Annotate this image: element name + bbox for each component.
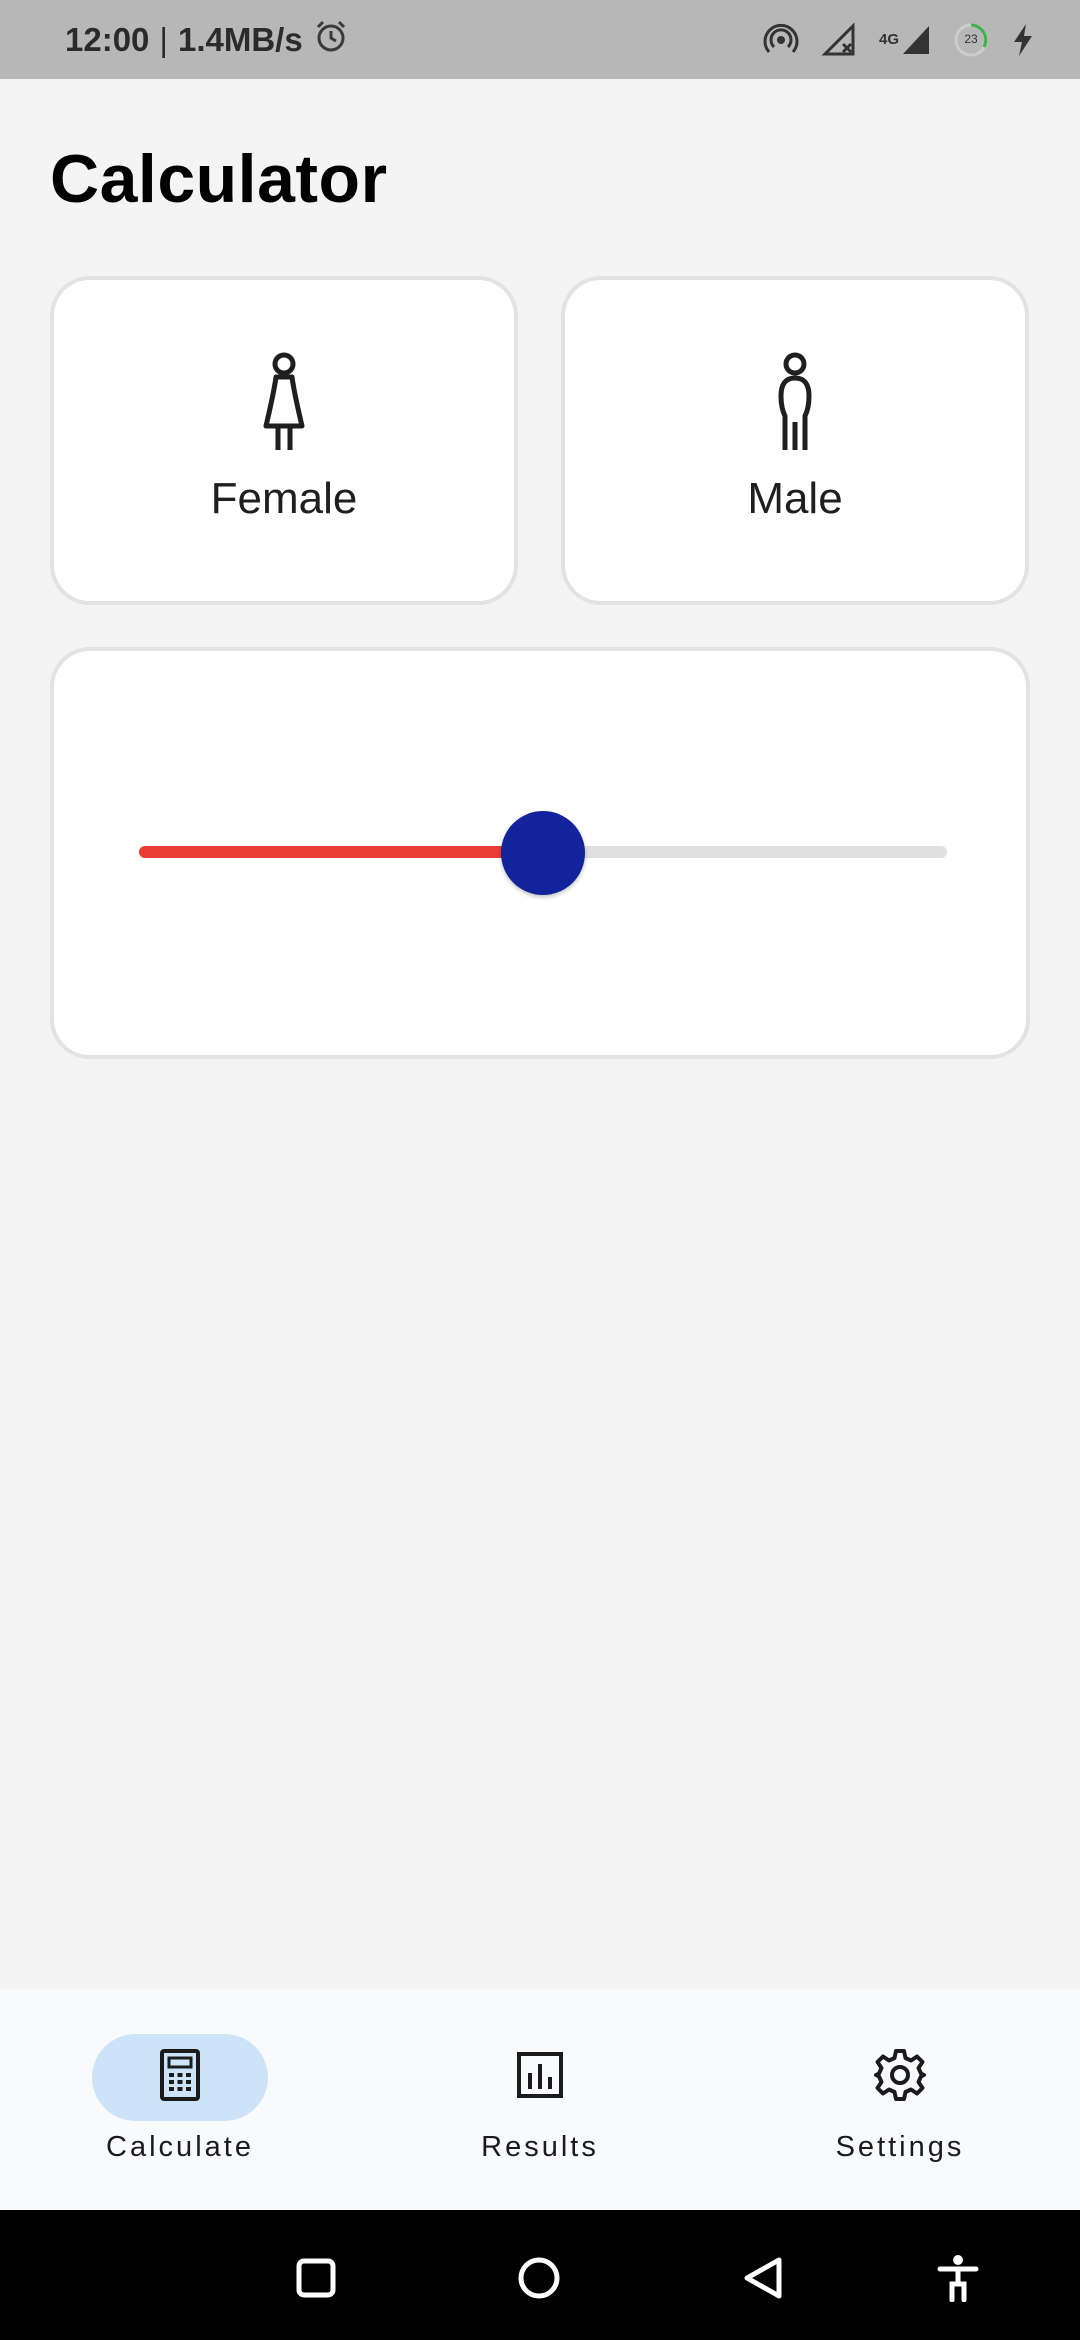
status-speed: 1.4MB/s — [177, 20, 303, 58]
charging-icon — [1011, 22, 1035, 58]
back-icon[interactable] — [735, 2250, 791, 2306]
battery-icon: 23 — [953, 22, 989, 58]
bottom-navigation: Calculate Results Settings — [0, 1989, 1080, 2210]
page-title: Calculator — [50, 141, 388, 217]
female-icon — [254, 352, 314, 452]
system-navigation-bar — [0, 2210, 1080, 2340]
gear-icon — [872, 2047, 928, 2108]
female-card[interactable]: Female — [50, 276, 518, 605]
male-icon — [765, 352, 825, 452]
alarm-icon — [313, 18, 349, 62]
female-label: Female — [210, 474, 358, 523]
bar-chart-icon — [516, 2051, 564, 2104]
no-signal-icon — [821, 21, 857, 58]
male-card[interactable]: Male — [561, 276, 1029, 605]
slider-thumb[interactable] — [501, 811, 585, 895]
accessibility-icon[interactable] — [930, 2250, 986, 2306]
status-separator: | — [159, 20, 168, 58]
nav-item-calculate[interactable]: Calculate — [0, 1989, 360, 2210]
nav-label-results: Results — [481, 2131, 599, 2163]
nav-indicator — [92, 2034, 268, 2121]
slider-fill — [139, 846, 543, 858]
nav-label-calculate: Calculate — [106, 2131, 254, 2163]
hotspot-icon — [763, 22, 799, 58]
nav-pill — [452, 2034, 628, 2121]
signal-icon — [903, 25, 929, 54]
nav-item-settings[interactable]: Settings — [720, 1989, 1080, 2210]
slider-card — [50, 647, 1030, 1059]
nav-pill — [812, 2034, 988, 2121]
home-icon[interactable] — [511, 2250, 567, 2306]
nav-item-results[interactable]: Results — [360, 1989, 720, 2210]
male-label: Male — [747, 474, 843, 523]
calculator-icon — [160, 2049, 200, 2106]
status-right: 4G 23 — [763, 21, 1035, 58]
status-left: 12:00 | 1.4MB/s — [65, 18, 349, 62]
nav-label-settings: Settings — [835, 2131, 965, 2163]
network-type: 4G — [879, 24, 931, 56]
recents-icon[interactable] — [288, 2250, 344, 2306]
status-bar: 12:00 | 1.4MB/s 4G 23 — [0, 0, 1080, 79]
status-time: 12:00 — [65, 20, 150, 58]
